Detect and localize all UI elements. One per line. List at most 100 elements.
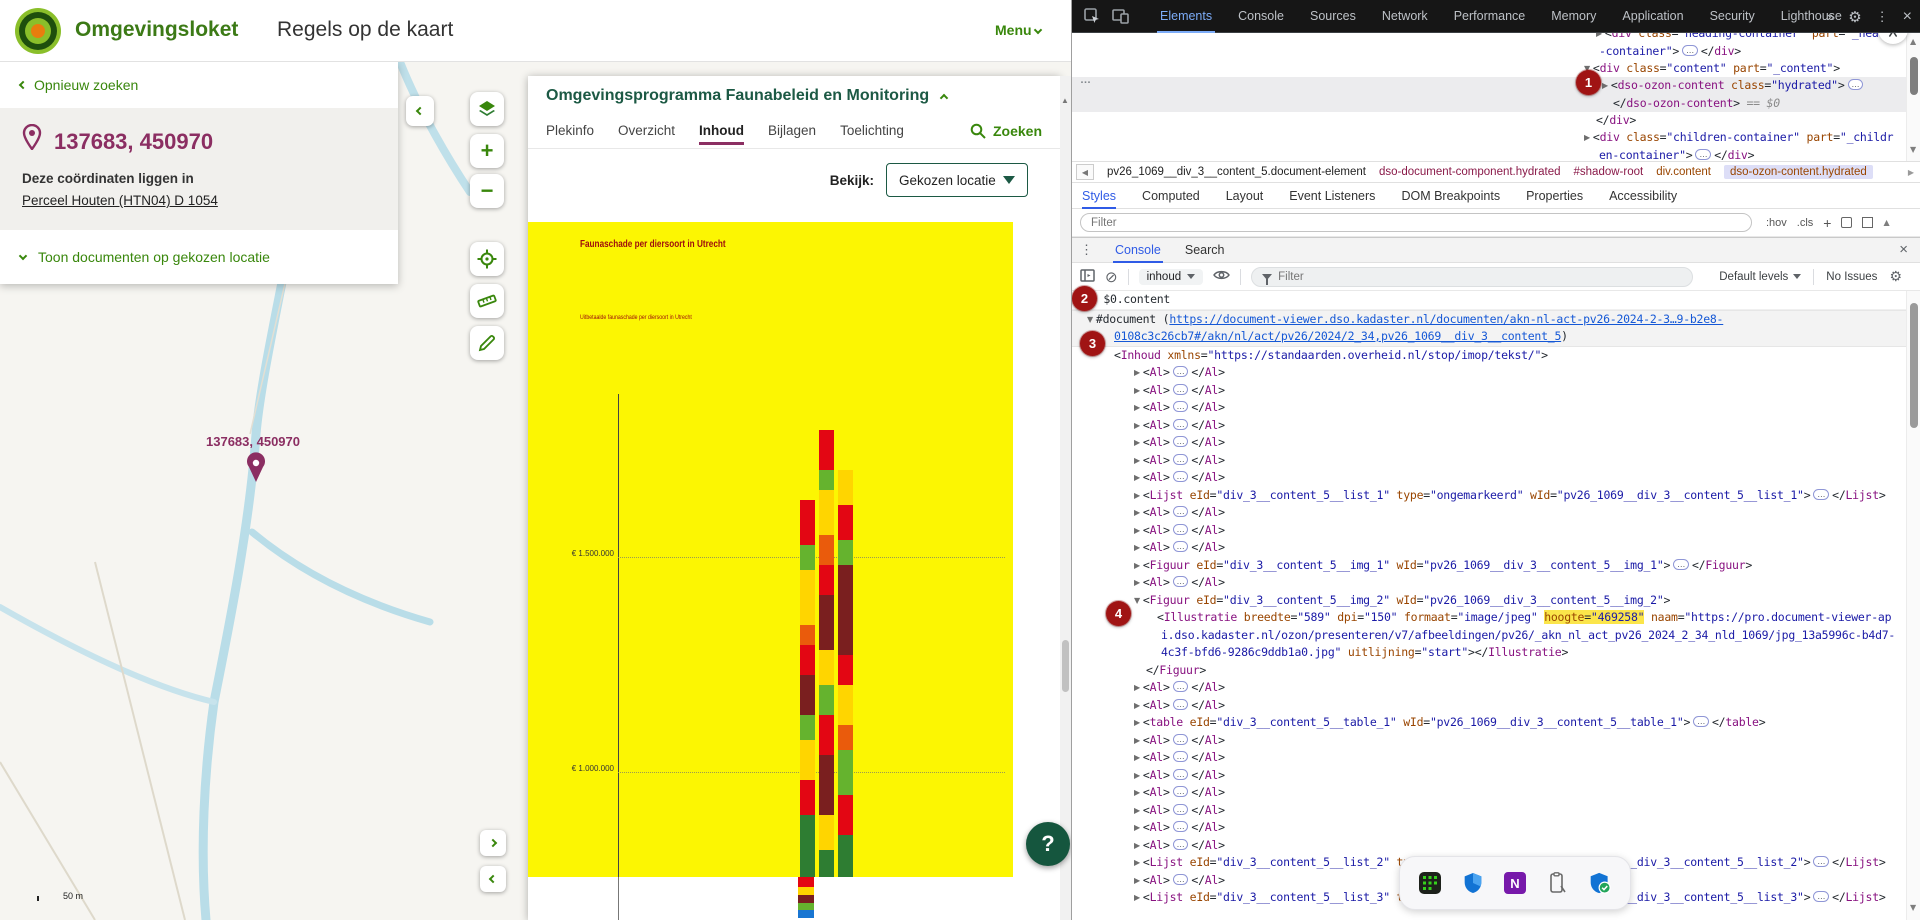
console-row[interactable]: › $0.content bbox=[1072, 291, 1907, 310]
zoom-in-button[interactable]: + bbox=[470, 134, 504, 168]
page-scrollbar[interactable]: ▲ bbox=[1060, 76, 1071, 920]
console-row[interactable]: ▶<Al>…</Al> bbox=[1072, 539, 1907, 557]
device-toolbar-icon[interactable] bbox=[1112, 9, 1129, 24]
console-row[interactable]: 0108c3c26cb7#/akn/nl/act/pv26/2024/2_34,… bbox=[1072, 328, 1907, 347]
scrollbar-thumb[interactable] bbox=[1910, 57, 1918, 95]
console-filter-input[interactable] bbox=[1278, 271, 1682, 283]
tab-overzicht[interactable]: Overzicht bbox=[618, 113, 675, 149]
console-scrollbar[interactable]: ▼ bbox=[1906, 291, 1920, 920]
scrollbar-thumb[interactable] bbox=[1062, 640, 1069, 692]
measure-button[interactable] bbox=[470, 284, 504, 318]
scroll-down-arrow[interactable]: ▼ bbox=[1910, 903, 1916, 912]
tab-inhoud[interactable]: Inhoud bbox=[699, 113, 744, 149]
elements-tree-row[interactable]: </dso-ozon-content> == $0 bbox=[1072, 95, 1920, 112]
hov-button[interactable]: :hov bbox=[1766, 217, 1787, 229]
draw-button[interactable] bbox=[470, 326, 504, 360]
kebab-menu-icon[interactable]: ⋮ bbox=[1876, 9, 1889, 25]
console-sidebar-icon[interactable] bbox=[1080, 269, 1095, 285]
extension-shield-icon[interactable] bbox=[1461, 871, 1485, 895]
scrollbar-thumb[interactable] bbox=[1910, 303, 1918, 428]
styles-tab-computed[interactable]: Computed bbox=[1142, 183, 1200, 209]
styles-tab-layout[interactable]: Layout bbox=[1226, 183, 1264, 209]
elements-tree-row[interactable]: en-container">…</div> bbox=[1072, 147, 1920, 161]
panel-layout-icon[interactable] bbox=[1862, 217, 1873, 228]
console-row[interactable]: i.dso.kadaster.nl/ozon/presenteren/v7/af… bbox=[1072, 627, 1907, 645]
back-to-search-link[interactable]: Opnieuw zoeken bbox=[0, 62, 398, 108]
devtools-tab-sources[interactable]: Sources bbox=[1297, 0, 1369, 33]
console-row[interactable]: ▼<Figuur eId="div_3__content_5__img_2" w… bbox=[1072, 592, 1907, 610]
copy-styles-icon[interactable] bbox=[1841, 217, 1852, 228]
search-button[interactable]: Zoeken bbox=[970, 123, 1042, 139]
parcel-link[interactable]: Perceel Houten (HTN04) D 1054 bbox=[22, 193, 218, 208]
tab-plekinfo[interactable]: Plekinfo bbox=[546, 113, 594, 149]
console-row[interactable]: ▶<Al>…</Al> bbox=[1072, 434, 1907, 452]
cls-button[interactable]: .cls bbox=[1797, 217, 1814, 229]
tab-bijlagen[interactable]: Bijlagen bbox=[768, 113, 816, 149]
help-button[interactable]: ? bbox=[1026, 822, 1070, 866]
console-row[interactable]: ▶<Al>…</Al> bbox=[1072, 574, 1907, 592]
drawer-tab-search[interactable]: Search bbox=[1173, 237, 1237, 263]
console-row[interactable]: ▶<Lijst eId="div_3__content_5__list_1" t… bbox=[1072, 487, 1907, 505]
locate-button[interactable] bbox=[470, 242, 504, 276]
devtools-tab-security[interactable]: Security bbox=[1697, 0, 1768, 33]
styles-tab-dom-breakpoints[interactable]: DOM Breakpoints bbox=[1401, 183, 1500, 209]
scroll-up-arrow[interactable]: ▲ bbox=[1883, 218, 1889, 227]
live-expression-eye-icon[interactable] bbox=[1213, 269, 1230, 284]
breadcrumb-item[interactable]: dso-document-component.hydrated bbox=[1379, 166, 1561, 178]
console-context-selector[interactable]: inhoud bbox=[1139, 269, 1204, 285]
scroll-up-arrow[interactable]: ▲ bbox=[1061, 96, 1069, 105]
console-row[interactable]: </Figuur> bbox=[1072, 662, 1907, 680]
console-row[interactable]: ▶<Al>…</Al> bbox=[1072, 767, 1907, 785]
more-tabs-button[interactable]: » bbox=[1827, 9, 1834, 24]
settings-gear-icon[interactable]: ⚙ bbox=[1848, 8, 1861, 26]
devtools-tab-performance[interactable]: Performance bbox=[1441, 0, 1539, 33]
styles-tab-properties[interactable]: Properties bbox=[1526, 183, 1583, 209]
styles-tab-event-listeners[interactable]: Event Listeners bbox=[1289, 183, 1375, 209]
zoom-out-button[interactable]: − bbox=[470, 174, 504, 208]
console-row[interactable]: <Illustratie breedte="589" dpi="150" for… bbox=[1072, 609, 1907, 627]
console-row[interactable]: ▶<Al>…</Al> bbox=[1072, 802, 1907, 820]
devtools-tab-memory[interactable]: Memory bbox=[1538, 0, 1609, 33]
pan-left-button[interactable] bbox=[480, 866, 506, 892]
menu-button[interactable]: Menu bbox=[995, 22, 1041, 38]
console-row[interactable]: ▶<Al>…</Al> bbox=[1072, 819, 1907, 837]
drawer-close-icon[interactable]: × bbox=[1899, 241, 1908, 258]
breadcrumb-item[interactable]: pv26_1069__div_3__content_5.document-ele… bbox=[1107, 166, 1366, 178]
console-row[interactable]: ▼#document (https://document-viewer.dso.… bbox=[1072, 310, 1907, 329]
elements-tree-row[interactable]: -container">…</div> bbox=[1072, 43, 1920, 60]
console-row[interactable]: ▶<Al>…</Al> bbox=[1072, 504, 1907, 522]
devtools-tab-network[interactable]: Network bbox=[1369, 0, 1441, 33]
extension-grid-icon[interactable] bbox=[1418, 871, 1442, 895]
console-row[interactable]: ▶<Al>…</Al> bbox=[1072, 732, 1907, 750]
devtools-tab-application[interactable]: Application bbox=[1609, 0, 1696, 33]
console-row[interactable]: ▶<Al>…</Al> bbox=[1072, 697, 1907, 715]
inspect-element-icon[interactable] bbox=[1084, 8, 1100, 24]
elements-tree-row[interactable]: ▼<div class="content" part="_content"> bbox=[1072, 60, 1920, 78]
extension-shield-check-icon[interactable] bbox=[1588, 871, 1612, 895]
issues-counter[interactable]: No Issues bbox=[1826, 271, 1877, 283]
console-row[interactable]: ▶<Al>…</Al> bbox=[1072, 522, 1907, 540]
elements-scrollbar[interactable]: ▲ ▼ bbox=[1906, 33, 1920, 161]
log-levels-dropdown[interactable]: Default levels bbox=[1719, 271, 1801, 283]
selected-row-ellipsis[interactable]: … bbox=[1080, 74, 1092, 86]
console-row[interactable]: ▶<Al>…</Al> bbox=[1072, 417, 1907, 435]
console-settings-gear-icon[interactable]: ⚙ bbox=[1889, 268, 1902, 285]
clear-console-icon[interactable]: ⊘ bbox=[1105, 268, 1118, 286]
elements-tree-row[interactable]: ▶<dso-ozon-content class="hydrated">… bbox=[1072, 77, 1920, 95]
pan-right-button[interactable] bbox=[480, 830, 506, 856]
styles-tab-styles[interactable]: Styles bbox=[1082, 183, 1116, 209]
breadcrumb-item[interactable]: dso-ozon-content.hydrated bbox=[1724, 165, 1873, 179]
document-title[interactable]: Omgevingsprogramma Faunabeleid en Monito… bbox=[528, 76, 1060, 113]
console-row[interactable]: 4c3f-bfd6-9286c9ddb1a0.jpg" uitlijning="… bbox=[1072, 644, 1907, 662]
console-row[interactable]: ▶<Al>…</Al> bbox=[1072, 399, 1907, 417]
console-row[interactable]: ▶<Al>…</Al> bbox=[1072, 749, 1907, 767]
devtools-tab-console[interactable]: Console bbox=[1225, 0, 1297, 33]
console-row[interactable]: ▶<table eId="div_3__content_5__table_1" … bbox=[1072, 714, 1907, 732]
console-row[interactable]: ▶<Al>…</Al> bbox=[1072, 679, 1907, 697]
close-devtools-icon[interactable]: × bbox=[1903, 8, 1912, 26]
drawer-kebab-icon[interactable]: ⋮ bbox=[1080, 242, 1093, 258]
styles-filter-input[interactable] bbox=[1080, 213, 1752, 232]
elements-tree-row[interactable]: ▶<div class="children-container" part="_… bbox=[1072, 129, 1920, 147]
devtools-tab-elements[interactable]: Elements bbox=[1147, 0, 1225, 33]
toggle-documents-row[interactable]: Toon documenten op gekozen locatie bbox=[0, 230, 398, 284]
